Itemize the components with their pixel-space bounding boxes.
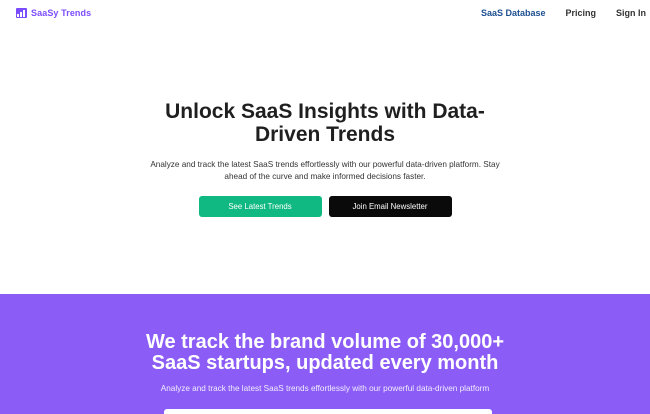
- brand-logo-link[interactable]: SaaSy Trends: [16, 8, 91, 18]
- nav-pricing[interactable]: Pricing: [565, 8, 596, 18]
- brand-name: SaaSy Trends: [31, 8, 92, 18]
- top-nav: SaaSy Trends SaaS Database Pricing Sign …: [0, 0, 650, 26]
- join-newsletter-button[interactable]: Join Email Newsletter: [328, 196, 452, 217]
- hero-title: Unlock SaaS Insights with Data-Driven Tr…: [165, 100, 485, 146]
- search-input[interactable]: [164, 409, 492, 414]
- stats-description: Analyze and track the latest SaaS trends…: [160, 384, 490, 393]
- page: SaaSy Trends SaaS Database Pricing Sign …: [0, 0, 650, 414]
- hero-description: Analyze and track the latest SaaS trends…: [150, 160, 500, 181]
- main-nav: SaaS Database Pricing Sign In: [461, 8, 646, 18]
- stats-section: We track the brand volume of 30,000+ Saa…: [0, 294, 650, 414]
- bar-chart-icon: [16, 8, 27, 18]
- hero-buttons: See Latest Trends Join Email Newsletter: [0, 196, 650, 217]
- hero-section: Unlock SaaS Insights with Data-Driven Tr…: [0, 100, 650, 217]
- stats-title: We track the brand volume of 30,000+ Saa…: [145, 331, 505, 374]
- see-latest-trends-button[interactable]: See Latest Trends: [198, 196, 322, 217]
- nav-sign-in[interactable]: Sign In: [616, 8, 646, 18]
- nav-saas-database[interactable]: SaaS Database: [481, 8, 546, 18]
